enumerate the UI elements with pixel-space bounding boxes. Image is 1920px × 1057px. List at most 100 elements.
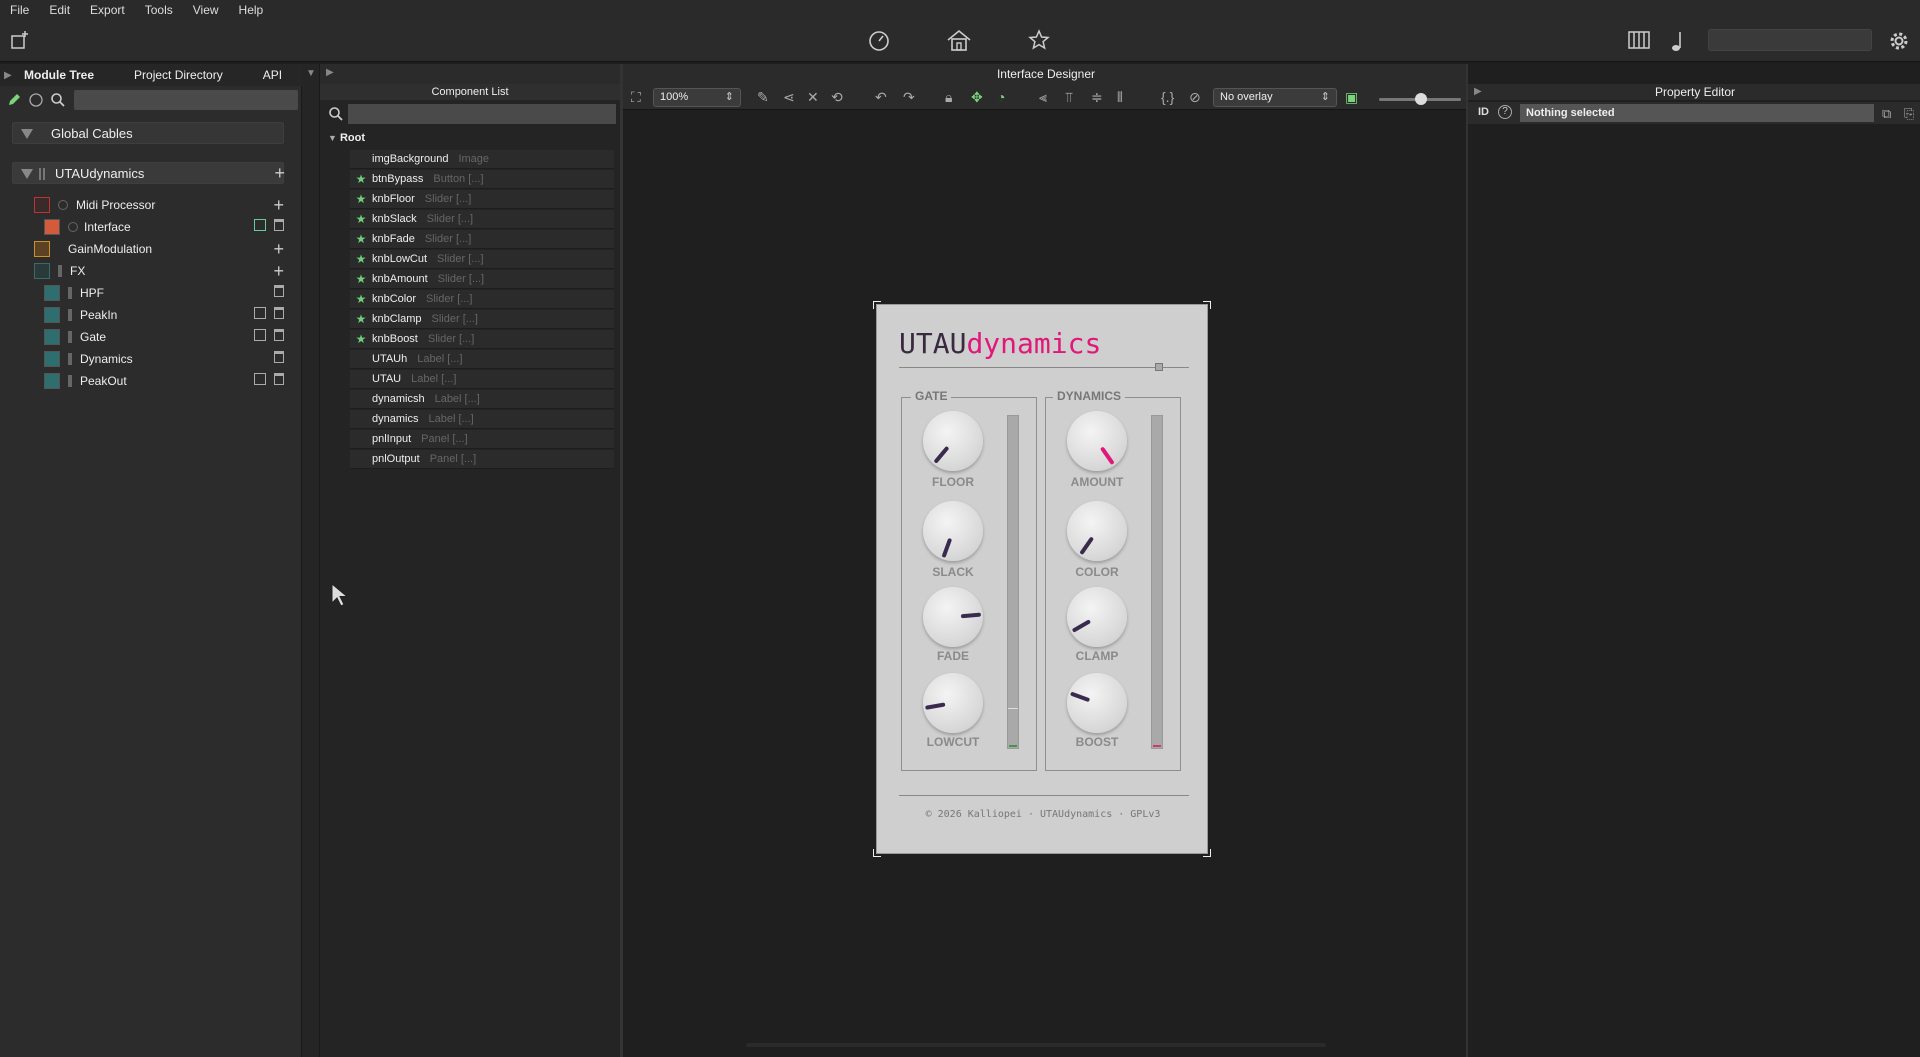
keyboard-icon[interactable] [1628, 31, 1650, 53]
share-icon[interactable]: ⋖ [783, 89, 795, 105]
expand-icon[interactable]: ▼ [328, 133, 337, 143]
star-icon[interactable]: ★ [350, 192, 372, 206]
component-row[interactable]: UTAUh Label [...] [350, 350, 614, 369]
tree-item-gainmodulation[interactable]: GainModulation + [34, 239, 290, 259]
delete-icon[interactable] [274, 351, 284, 363]
component-row[interactable]: imgBackground Image [350, 150, 614, 169]
add-module-icon[interactable]: + [274, 164, 285, 182]
zoom-fit-icon[interactable]: ⛶ [631, 89, 641, 105]
move-icon[interactable]: ✥ [971, 89, 983, 105]
corner-handle[interactable] [1203, 849, 1211, 857]
corner-handle[interactable] [873, 849, 881, 857]
knob-color[interactable] [1067, 501, 1127, 561]
rebuild-icon[interactable]: ⟲ [831, 89, 843, 105]
collapse-icon[interactable]: ▼ [306, 68, 316, 79]
knob-lowcut[interactable] [923, 673, 983, 733]
settings-icon[interactable] [1888, 30, 1910, 56]
left-panel-collapse-strip[interactable]: ▼ [302, 64, 320, 1057]
star-icon[interactable]: ★ [350, 312, 372, 326]
expand-icon[interactable] [21, 129, 33, 139]
menu-tools[interactable]: Tools [135, 3, 183, 17]
knob-boost[interactable] [1067, 673, 1127, 733]
tab-module-tree[interactable]: Module Tree [14, 68, 104, 82]
copy-icon[interactable]: ⧉ [1882, 106, 1891, 122]
component-row[interactable]: ★ knbAmount Slider [...] [350, 270, 614, 289]
new-project-icon[interactable] [10, 30, 30, 54]
designer-horizontal-scrollbar[interactable] [746, 1043, 1326, 1047]
disable-icon[interactable]: ⊘ [1189, 89, 1201, 105]
tree-item-dynamics[interactable]: Dynamics [44, 349, 290, 369]
menu-export[interactable]: Export [80, 3, 135, 17]
knob-amount[interactable] [1067, 411, 1127, 471]
delete-icon[interactable] [274, 219, 284, 231]
open-editor-icon[interactable] [254, 329, 266, 341]
collapse-icon[interactable]: ▶ [326, 67, 334, 78]
component-row[interactable]: dynamicsh Label [...] [350, 390, 614, 409]
star-icon[interactable] [1028, 29, 1050, 55]
delete-icon[interactable] [274, 373, 284, 385]
component-row[interactable]: UTAU Label [...] [350, 370, 614, 389]
global-cables-header[interactable]: Global Cables [12, 122, 284, 144]
plugin-preview[interactable]: UTAUdynamics GATE DYNAMICS FLOOR SLACK FAD… [873, 301, 1211, 857]
knob-fade[interactable] [923, 587, 983, 647]
menu-help[interactable]: Help [229, 3, 274, 17]
zoom-dropdown[interactable]: 100% ⇕ [653, 88, 741, 107]
tree-search-input[interactable] [74, 90, 298, 110]
code-icon[interactable]: {.} [1161, 89, 1174, 105]
menu-view[interactable]: View [183, 3, 229, 17]
collapse-icon[interactable]: ▶ [1474, 84, 1482, 100]
tab-api[interactable]: API [253, 68, 292, 82]
component-row[interactable]: ★ knbColor Slider [...] [350, 290, 614, 309]
star-icon[interactable]: ★ [350, 172, 372, 186]
align-left-icon[interactable]: ⫷ [1039, 89, 1047, 105]
help-icon[interactable]: ? [1498, 105, 1512, 119]
redo-icon[interactable]: ↷ [903, 89, 915, 105]
collapse-icon[interactable]: ▶ [0, 70, 14, 81]
component-row[interactable]: pnlInput Panel [...] [350, 430, 614, 449]
add-icon[interactable]: + [273, 196, 284, 214]
star-icon[interactable]: ★ [350, 292, 372, 306]
pencil-icon[interactable] [6, 92, 22, 111]
component-row[interactable]: ★ btnBypass Button [...] [350, 170, 614, 189]
knob-floor[interactable] [923, 411, 983, 471]
delete-icon[interactable] [274, 285, 284, 297]
undo-icon[interactable]: ↶ [875, 89, 887, 105]
star-icon[interactable]: ★ [350, 212, 372, 226]
component-search-input[interactable] [348, 104, 616, 124]
star-icon[interactable]: ★ [350, 332, 372, 346]
power-icon[interactable] [58, 200, 68, 210]
paste-icon[interactable]: ⎘ [1904, 106, 1914, 122]
tab-project-directory[interactable]: Project Directory [124, 68, 233, 82]
component-row[interactable]: pnlOutput Panel [...] [350, 450, 614, 469]
pencil-icon[interactable]: ✎ [757, 89, 769, 105]
component-row[interactable]: ★ knbBoost Slider [...] [350, 330, 614, 349]
align-top-icon[interactable]: ⫪ [1065, 89, 1073, 105]
tree-item-hpf[interactable]: HPF [44, 283, 290, 303]
open-editor-icon[interactable] [254, 307, 266, 319]
close-icon[interactable]: ✕ [807, 89, 819, 105]
add-icon[interactable]: + [273, 240, 284, 258]
knob-clamp[interactable] [1067, 587, 1127, 647]
component-row[interactable]: ★ knbLowCut Slider [...] [350, 250, 614, 269]
star-icon[interactable]: ★ [350, 232, 372, 246]
tree-item-interface[interactable]: Interface [44, 217, 290, 237]
distribute-vertical-icon[interactable]: ≑ [1091, 89, 1103, 105]
menu-edit[interactable]: Edit [39, 3, 80, 17]
component-root[interactable]: ▼ Root [328, 132, 365, 144]
corner-handle[interactable] [873, 301, 881, 309]
tree-item-peakin[interactable]: PeakIn [44, 305, 290, 325]
lock-icon[interactable]: 🔒︎ [945, 89, 952, 105]
home-icon[interactable] [946, 29, 972, 55]
snap-icon[interactable]: ◔ [997, 89, 1005, 105]
tree-item-midi-processor[interactable]: Midi Processor + [34, 195, 290, 215]
star-icon[interactable]: ★ [350, 272, 372, 286]
component-row[interactable]: ★ knbFade Slider [...] [350, 230, 614, 249]
distribute-horizontal-icon[interactable]: ⫴ [1117, 89, 1123, 105]
delete-icon[interactable] [274, 307, 284, 319]
open-editor-icon[interactable] [254, 373, 266, 385]
open-editor-icon[interactable] [254, 219, 266, 231]
zoom-slider-handle[interactable] [1415, 93, 1427, 105]
power-icon[interactable] [68, 222, 78, 232]
knob-slack[interactable] [923, 501, 983, 561]
star-icon[interactable]: ★ [350, 252, 372, 266]
